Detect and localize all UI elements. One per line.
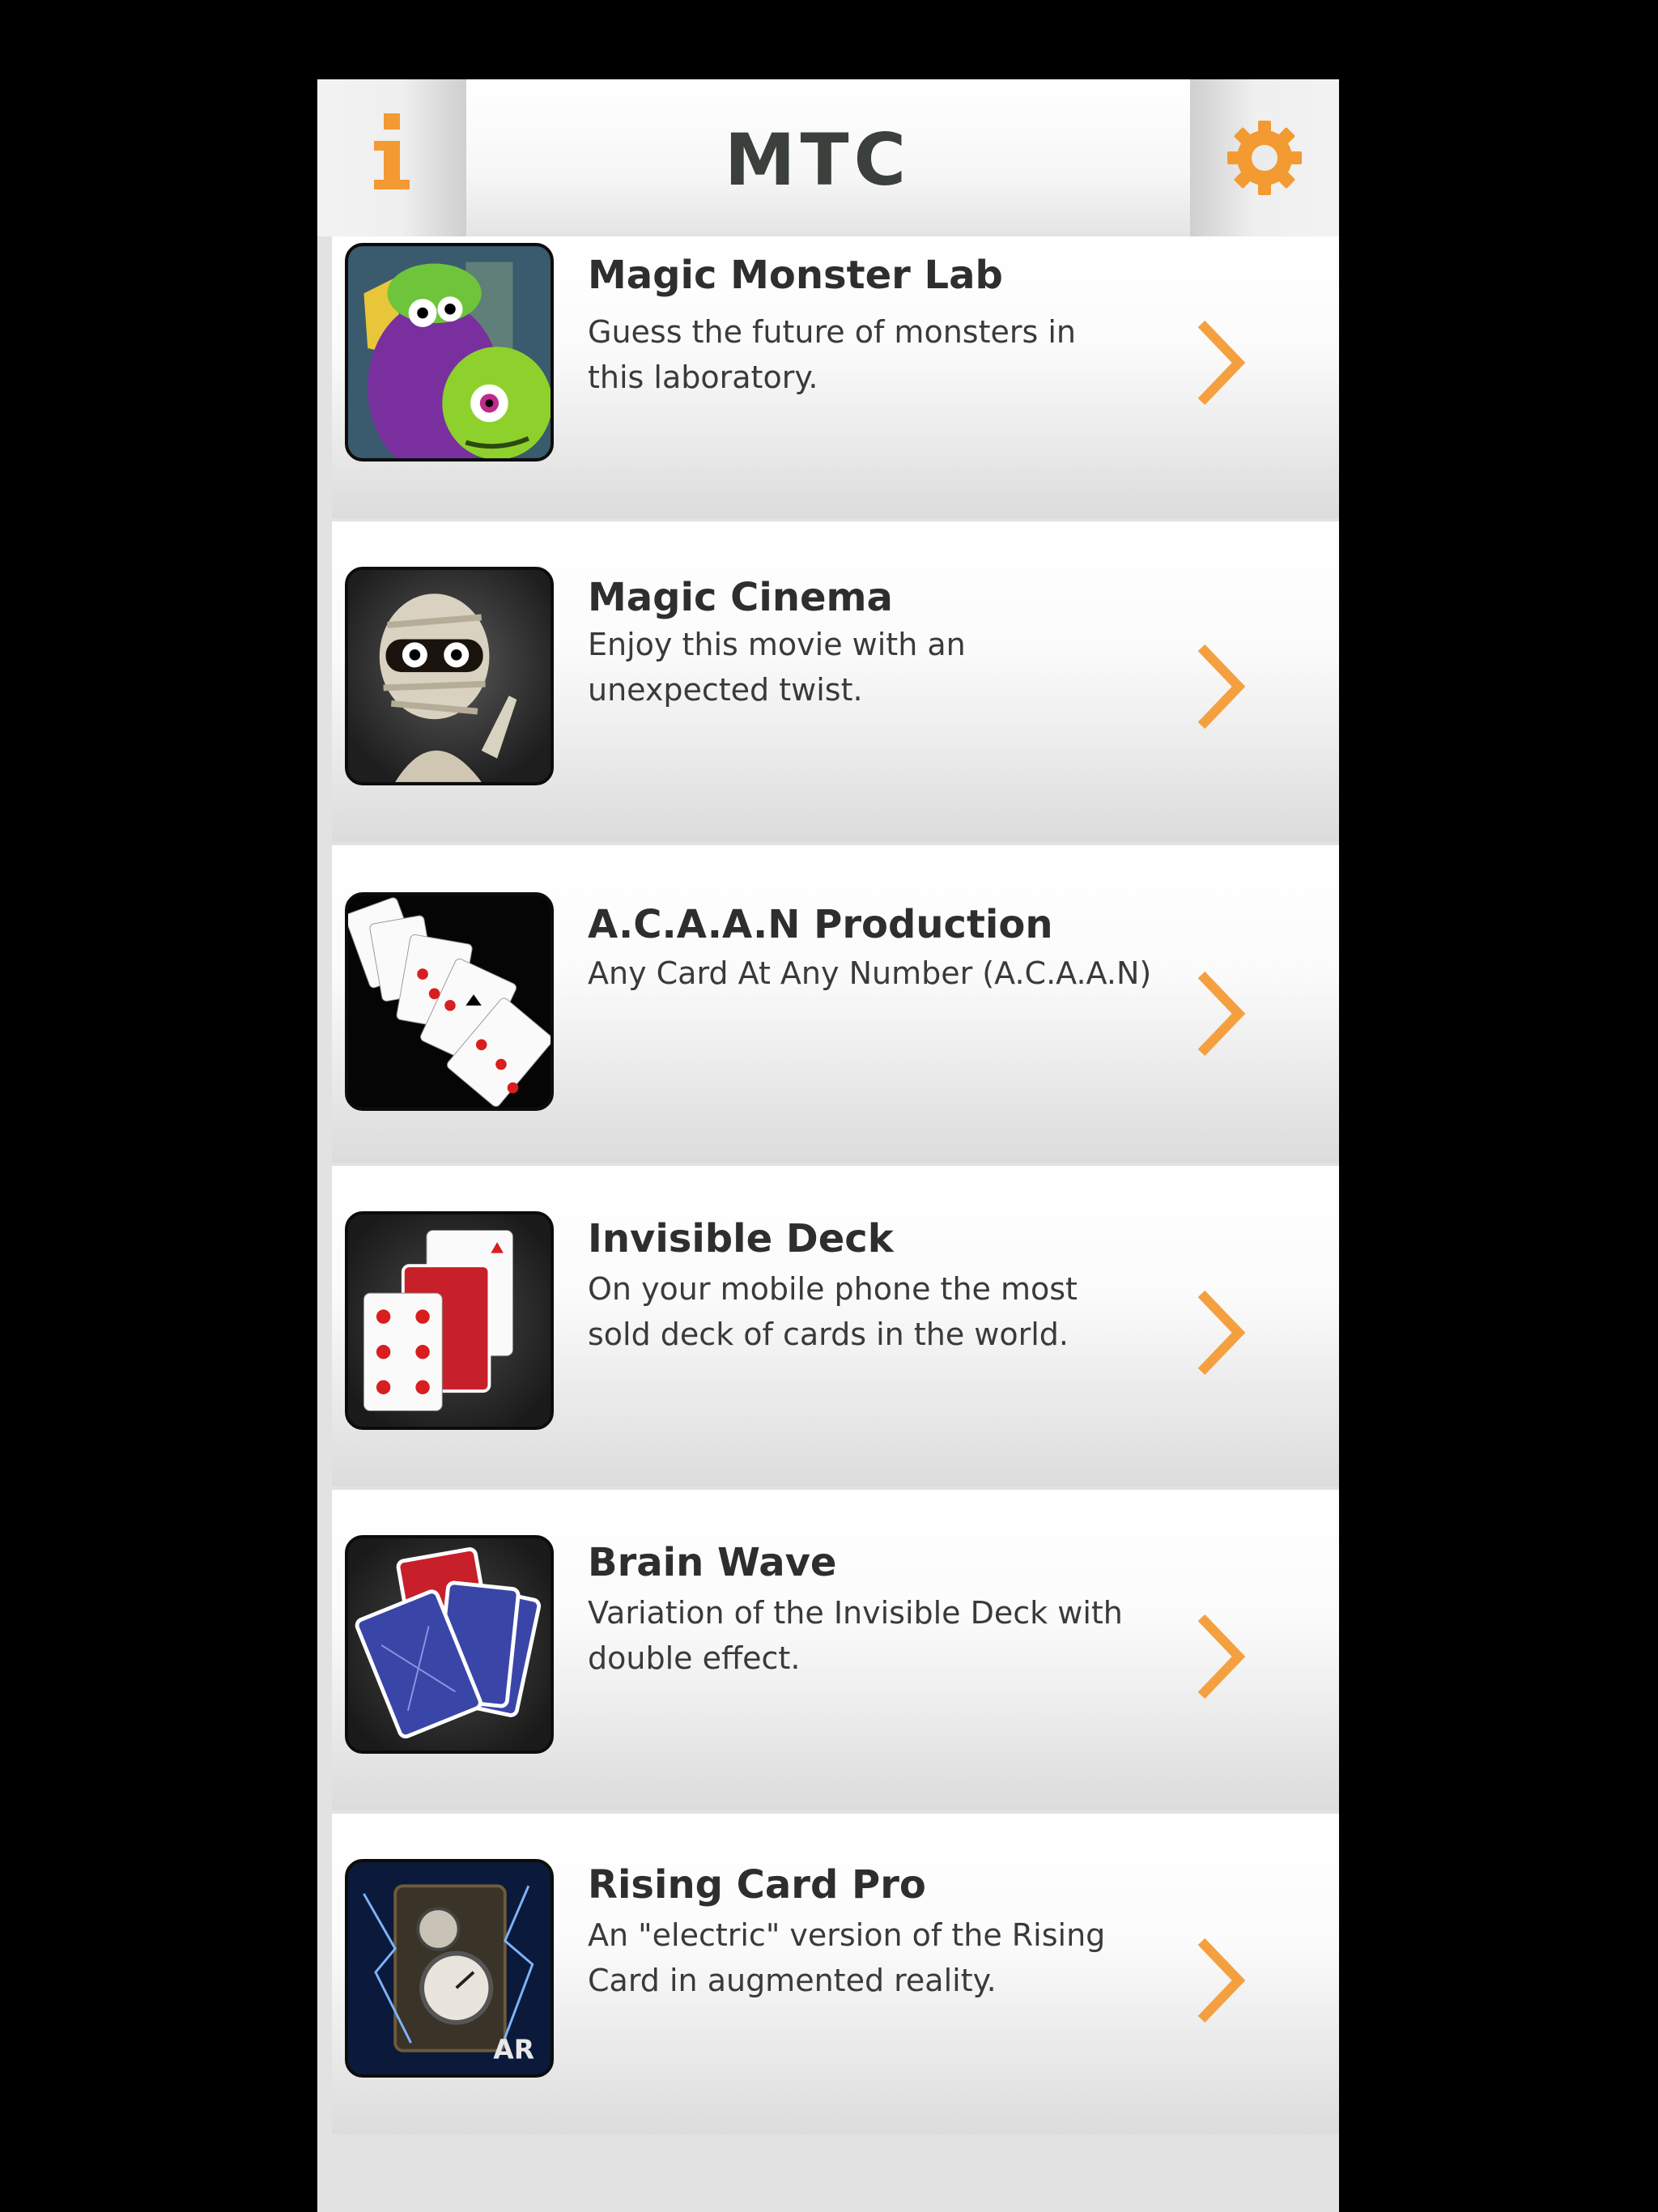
item-description: Any Card At Any Number (A.C.A.A.N) bbox=[588, 955, 1152, 991]
item-description: Variation of the Invisible Deck with dou… bbox=[588, 1595, 1123, 1676]
card-deck-thumbnail bbox=[345, 1211, 554, 1430]
monster-lab-thumbnail bbox=[345, 243, 554, 462]
chevron-right-icon bbox=[1197, 1290, 1246, 1376]
top-bar: MTC bbox=[317, 79, 1339, 236]
item-description: Guess the future of monsters in this lab… bbox=[588, 314, 1076, 395]
list-item-invisible-deck[interactable]: Invisible Deck On your mobile phone the … bbox=[332, 1166, 1339, 1487]
item-description: An "electric" version of the Rising Card… bbox=[588, 1917, 1106, 1998]
info-icon bbox=[374, 113, 410, 189]
list-item-rising-card-pro[interactable]: AR Rising Card Pro An "electric" version… bbox=[332, 1814, 1339, 2134]
rising-card-ar-thumbnail: AR bbox=[345, 1859, 554, 2078]
item-title: Magic Cinema bbox=[588, 575, 893, 620]
chevron-right-icon bbox=[1197, 1938, 1246, 2023]
playing-cards-spread-thumbnail bbox=[345, 892, 554, 1111]
item-title: Magic Monster Lab bbox=[588, 253, 1003, 298]
item-title: Brain Wave bbox=[588, 1540, 837, 1585]
chevron-right-icon bbox=[1197, 971, 1246, 1057]
item-description: Enjoy this movie with an unexpected twis… bbox=[588, 627, 966, 708]
gear-icon bbox=[1227, 121, 1302, 195]
chevron-right-icon bbox=[1197, 320, 1246, 406]
page-title: MTC bbox=[725, 125, 911, 194]
chevron-right-icon bbox=[1197, 644, 1246, 730]
settings-button[interactable] bbox=[1190, 79, 1339, 236]
list-item-magic-monster-lab[interactable]: Magic Monster Lab Guess the future of mo… bbox=[332, 236, 1339, 518]
mtc-logo: MTC bbox=[725, 125, 911, 194]
ar-badge: AR bbox=[493, 2033, 534, 2065]
item-title: Rising Card Pro bbox=[588, 1862, 926, 1908]
list-item-acaan-production[interactable]: A.C.A.A.N Production Any Card At Any Num… bbox=[332, 845, 1339, 1163]
chevron-right-icon bbox=[1197, 1614, 1246, 1699]
info-button[interactable] bbox=[317, 79, 466, 236]
app-window: MTC Magic Monster Lab Guess the future o… bbox=[317, 79, 1339, 2212]
list-item-magic-cinema[interactable]: Magic Cinema Enjoy this movie with an un… bbox=[332, 521, 1339, 842]
mummy-thumbnail bbox=[345, 567, 554, 785]
list-item-brain-wave[interactable]: Brain Wave Variation of the Invisible De… bbox=[332, 1490, 1339, 1810]
item-title: A.C.A.A.N Production bbox=[588, 902, 1053, 947]
card-backs-thumbnail bbox=[345, 1535, 554, 1754]
item-title: Invisible Deck bbox=[588, 1216, 894, 1261]
item-description: On your mobile phone the most sold deck … bbox=[588, 1271, 1078, 1352]
